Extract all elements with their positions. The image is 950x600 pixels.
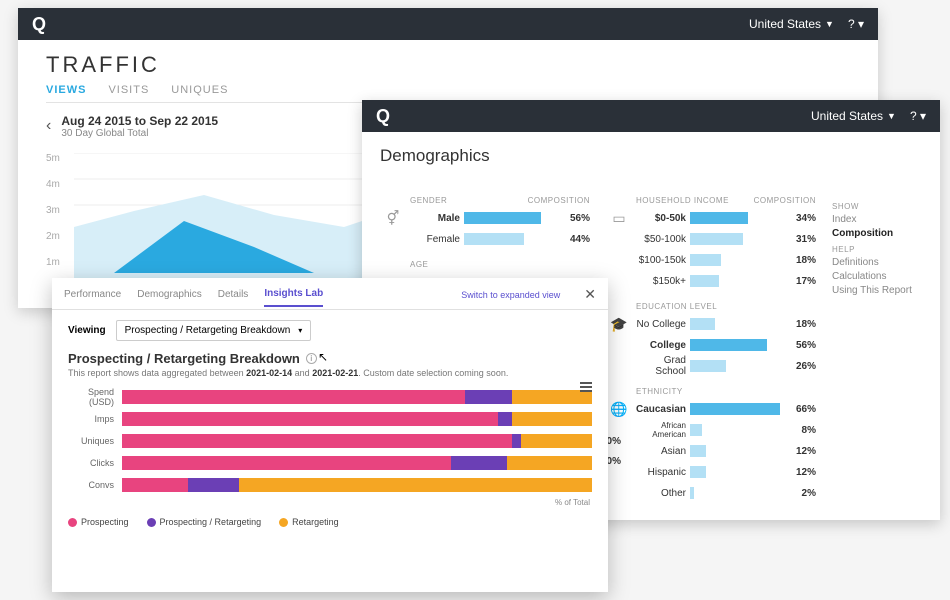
tab-insights-lab[interactable]: Insights Lab xyxy=(264,288,323,307)
date-range-label: Aug 24 2015 to Sep 22 2015 30 Day Global… xyxy=(61,114,218,139)
report-title: Prospecting / Retargeting Breakdown i xyxy=(68,351,592,366)
switch-expanded-link[interactable]: Switch to expanded view xyxy=(461,290,560,306)
topbar: Q United States▼ ? ▾ xyxy=(362,100,940,132)
group-eth: ETHNICITY 🌐Caucasian66% African American… xyxy=(606,387,816,502)
tab-performance[interactable]: Performance xyxy=(64,289,121,306)
demo-col-mid: HOUSEHOLD INCOMECOMPOSITION ▭$0-50k34% $… xyxy=(606,196,816,514)
topbar: Q United States▼ ? ▾ xyxy=(18,8,878,40)
tab-details[interactable]: Details xyxy=(218,289,249,306)
tab-visits[interactable]: VISITS xyxy=(108,84,149,96)
chevron-down-icon: ▼ xyxy=(887,111,896,121)
help-button[interactable]: ? ▾ xyxy=(910,109,926,123)
close-icon[interactable]: ✕ xyxy=(584,286,596,309)
link-definitions[interactable]: Definitions xyxy=(832,257,922,268)
locale-dropdown[interactable]: United States▼ xyxy=(811,109,896,123)
link-composition[interactable]: Composition xyxy=(832,228,922,239)
chart-menu-icon[interactable] xyxy=(580,382,592,394)
info-icon[interactable]: i xyxy=(306,353,317,364)
page-title: Demographics xyxy=(380,146,922,166)
pct: 56% xyxy=(560,213,590,224)
breakdown-chart: Spend (USD) Imps Uniques Clicks Convs % … xyxy=(68,386,592,507)
viewing-dropdown[interactable]: Prospecting / Retargeting Breakdown▾ xyxy=(116,320,312,341)
chart-legend: Prospecting Prospecting / Retargeting Re… xyxy=(68,517,592,527)
chevron-down-icon: ▼ xyxy=(825,19,834,29)
demo-sidebar: SHOW Index Composition HELP Definitions … xyxy=(832,196,922,514)
gender-icon: ⚥ xyxy=(380,210,406,227)
insights-lab-panel: Performance Demographics Details Insight… xyxy=(52,278,608,592)
lab-tabs: Performance Demographics Details Insight… xyxy=(52,278,608,310)
viewing-label: Viewing xyxy=(68,325,106,336)
legend-retargeting: Retargeting xyxy=(279,517,339,527)
group-gender: GENDERCOMPOSITION ⚥Male56% Female44% xyxy=(380,196,590,248)
x-axis-label: % of Total xyxy=(68,498,592,507)
group-income: HOUSEHOLD INCOMECOMPOSITION ▭$0-50k34% $… xyxy=(606,196,816,290)
page-title: TRAFFIC xyxy=(46,52,850,78)
link-calculations[interactable]: Calculations xyxy=(832,271,922,282)
tab-views[interactable]: VIEWS xyxy=(46,84,86,96)
chevron-down-icon: ▾ xyxy=(298,326,302,335)
logo-q: Q xyxy=(376,106,390,127)
help-button[interactable]: ? ▾ xyxy=(848,17,864,31)
group-edu: EDUCATION LEVEL 🎓No College18% College56… xyxy=(606,302,816,375)
legend-prospecting: Prospecting xyxy=(68,517,129,527)
globe-icon: 🌐 xyxy=(606,401,632,418)
link-index[interactable]: Index xyxy=(832,214,922,225)
logo-q: Q xyxy=(32,14,46,35)
chevron-left-icon[interactable]: ‹ xyxy=(46,117,51,135)
cursor-icon: ↖ xyxy=(318,350,328,364)
link-using-report[interactable]: Using This Report xyxy=(832,285,922,296)
tab-demographics[interactable]: Demographics xyxy=(137,289,201,306)
report-subtitle: This report shows data aggregated betwee… xyxy=(68,368,592,378)
wallet-icon: ▭ xyxy=(606,210,632,227)
tab-uniques[interactable]: UNIQUES xyxy=(171,84,228,96)
legend-prospecting-retargeting: Prospecting / Retargeting xyxy=(147,517,262,527)
graduation-icon: 🎓 xyxy=(606,316,632,333)
locale-dropdown[interactable]: United States▼ xyxy=(749,17,834,31)
